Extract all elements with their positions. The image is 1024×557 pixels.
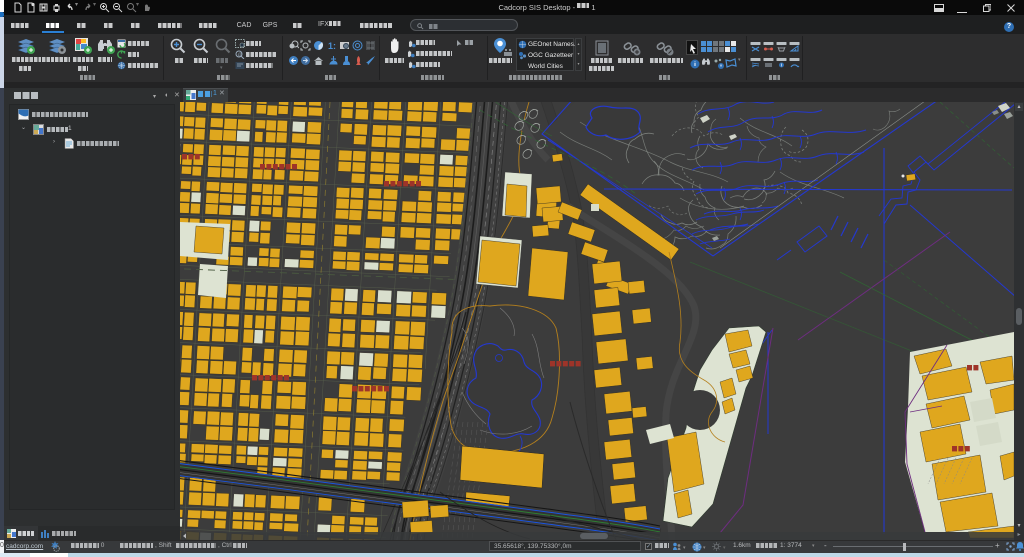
svg-text:1:: 1: <box>328 41 336 51</box>
svg-text:@: @ <box>238 52 243 57</box>
